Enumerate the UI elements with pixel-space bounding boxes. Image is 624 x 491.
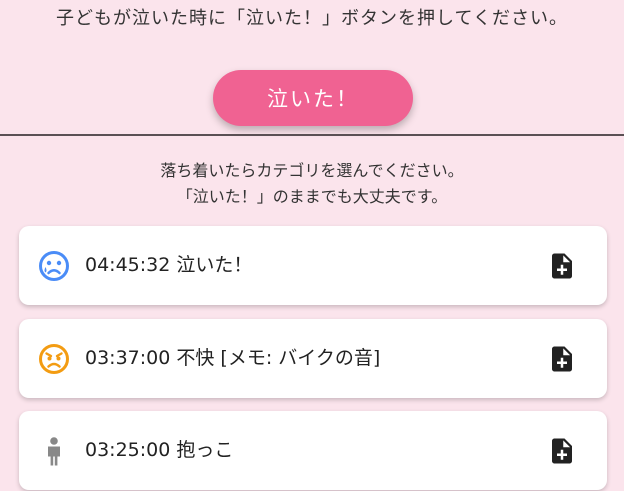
add-note-icon[interactable] [547, 436, 577, 466]
log-entry-text: 03:37:00 不快 [メモ: バイクの音] [85, 347, 381, 369]
add-note-icon[interactable] [547, 251, 577, 281]
divider [0, 134, 624, 136]
instruction-text: 子どもが泣いた時に「泣いた！」ボタンを押してください。 [56, 8, 568, 29]
category-note-line-1: 落ち着いたらカテゴリを選んでください。 [160, 161, 464, 180]
log-card[interactable]: 03:25:00 抱っこ [19, 411, 607, 490]
person-icon [48, 437, 60, 466]
log-card[interactable]: 03:37:00 不快 [メモ: バイクの音] [19, 319, 607, 398]
category-note-line-2: 「泣いた！」のままでも大丈夫です。 [176, 187, 448, 206]
crying-face-icon [39, 251, 69, 281]
category-note: 落ち着いたらカテゴリを選んでください。 「泣いた！」のままでも大丈夫です。 [0, 158, 624, 210]
log-entry-text: 04:45:32 泣いた！ [85, 254, 253, 276]
cry-button[interactable]: 泣いた！ [213, 70, 413, 126]
log-entry-text: 03:25:00 抱っこ [85, 439, 234, 461]
add-note-icon[interactable] [547, 344, 577, 374]
log-card[interactable]: 04:45:32 泣いた！ [19, 226, 607, 305]
angry-face-icon [39, 344, 69, 374]
